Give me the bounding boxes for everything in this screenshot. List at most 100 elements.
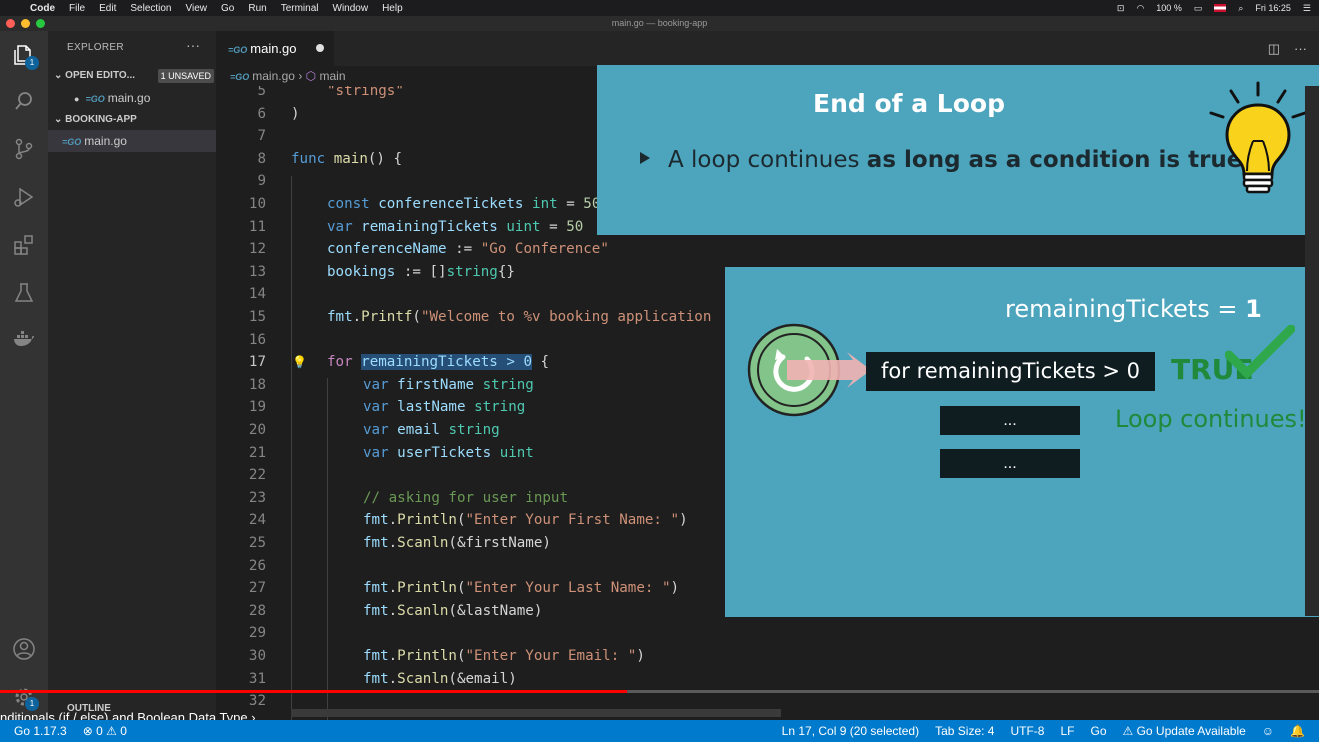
code-token: "Welcome to %v booking application [420,309,712,325]
line-number: 20 [248,422,266,438]
project-filename: main.go [84,134,127,148]
selected-text[interactable]: remainingTickets > 0 [361,354,533,371]
menu-terminal[interactable]: Terminal [281,3,319,14]
cursor-position[interactable]: Ln 17, Col 9 (20 selected) [782,720,919,742]
menu-edit[interactable]: Edit [99,3,116,14]
code-token: fmt [363,648,389,664]
testing-icon[interactable] [12,281,36,305]
go-file-icon: =GO [62,137,82,147]
docker-icon[interactable] [12,327,36,351]
search-icon[interactable] [12,89,36,113]
unsaved-badge: 1 UNSAVED [157,69,214,83]
split-editor-icon[interactable]: ◫ [1268,41,1280,57]
feedback-icon[interactable]: ☺ [1262,720,1274,742]
open-editor-item[interactable]: ● =GO main.go [48,87,216,109]
editor-actions: ◫ ··· [1268,41,1307,57]
menu-help[interactable]: Help [382,3,403,14]
code-token: Println [397,648,457,664]
open-editor-filename: main.go [107,91,151,105]
menu-selection[interactable]: Selection [130,3,171,14]
slide-loop-diagram: remainingTickets = 1 for remainingTicket… [725,267,1319,617]
bullet-text-bold: as long as a condition is true [866,147,1243,173]
problems-count[interactable]: ⊗ 0 ⚠ 0 [83,720,127,742]
lightbulb-icon[interactable]: 💡 [292,351,307,374]
line-number: 29 [248,625,266,642]
breadcrumb-file[interactable]: main.go [252,69,295,83]
video-progress-bar[interactable] [0,690,1319,693]
code-token: uint [499,444,534,461]
spotlight-icon[interactable]: ⌕ [1238,3,1243,14]
code-token: var [363,422,389,438]
line-number: 31 [248,670,266,687]
app-menu[interactable]: Code [30,3,55,14]
code-token: for [327,354,353,371]
code-token: fmt [363,512,389,529]
code-token: var [363,376,389,393]
clock[interactable]: Fri 16:25 [1255,3,1291,13]
line-number: 22 [248,467,266,484]
line-number: 30 [248,648,266,664]
line-number: 12 [248,241,266,258]
breadcrumb-symbol[interactable]: main [319,69,345,83]
menu-go[interactable]: Go [221,3,234,14]
chevron-down-icon: ⌄ [54,70,66,81]
code-token: = [540,218,567,235]
function-symbol-icon: ⬡ [305,69,317,83]
go-version[interactable]: Go 1.17.3 [14,720,67,742]
source-control-icon[interactable] [12,137,36,161]
go-update-notice[interactable]: ⚠ Go Update Available [1123,720,1246,742]
code-token: fmt [363,670,389,687]
run-debug-icon[interactable] [12,185,36,209]
encoding[interactable]: UTF-8 [1010,720,1044,742]
code-token: () { [367,150,403,167]
line-number: 8 [257,150,266,167]
tab-main-go[interactable]: =GO main.go [216,31,334,66]
menu-run[interactable]: Run [248,3,266,14]
code-token: main [333,150,368,167]
explorer-badge: 1 [25,56,39,70]
more-actions-icon[interactable]: ··· [186,37,200,53]
line-number: 25 [248,535,266,551]
macos-menubar: Code File Edit Selection View Go Run Ter… [0,0,1319,16]
line-number: 15 [248,309,266,325]
chevron-right-icon: › [298,69,306,83]
more-actions-icon[interactable]: ··· [1294,41,1307,57]
line-number: 5 [257,86,266,99]
code-token: Scanln [397,602,449,619]
horizontal-scrollbar[interactable] [291,709,781,717]
extensions-icon[interactable] [12,233,36,257]
language-mode[interactable]: Go [1090,720,1106,742]
screen-record-icon[interactable]: ⊡ [1117,3,1125,14]
menu-file[interactable]: File [69,3,85,14]
notifications-bell-icon[interactable]: 🔔 [1290,720,1305,742]
loop-refresh-icon [747,323,871,417]
code-token: userTickets [397,444,492,461]
menubar-status: ⊡ ◠ 100 % ▭ ⌕ Fri 16:25 ☰ [1117,0,1311,16]
code-token: fmt [363,580,389,597]
unsaved-dot-icon[interactable] [316,44,324,52]
account-icon[interactable] [12,637,36,661]
project-file-item[interactable]: =GO main.go [48,130,216,152]
code-line: 30 fmt.Println("Enter Your Email: ") [216,645,1319,668]
menu-window[interactable]: Window [333,3,369,14]
tab-size[interactable]: Tab Size: 4 [935,720,994,742]
open-editors-section[interactable]: ⌄ OPEN EDITO... 1 UNSAVED [48,66,216,86]
keyboard-flag-icon[interactable] [1214,4,1227,12]
tab-label: main.go [250,41,297,56]
wifi-icon[interactable]: ◠ [1136,3,1144,14]
end-of-line[interactable]: LF [1060,720,1074,742]
code-token: := [446,241,481,258]
line-number: 24 [248,512,266,529]
vertical-scrollbar[interactable] [1305,86,1319,616]
project-section[interactable]: ⌄ BOOKING-APP [48,110,216,130]
code-token: fmt [363,602,389,619]
control-center-icon[interactable]: ☰ [1303,3,1311,14]
code-line: 12 conferenceName := "Go Conference" [216,238,1319,261]
status-left: Go 1.17.3 ⊗ 0 ⚠ 0 [14,720,127,742]
slide-title: End of a Loop [813,89,1005,118]
code-token: 50 [566,218,584,235]
battery-percent[interactable]: 100 % [1156,3,1182,13]
code-token: ) [291,105,300,122]
menu-view[interactable]: View [186,3,208,14]
code-token: Println [397,580,457,597]
